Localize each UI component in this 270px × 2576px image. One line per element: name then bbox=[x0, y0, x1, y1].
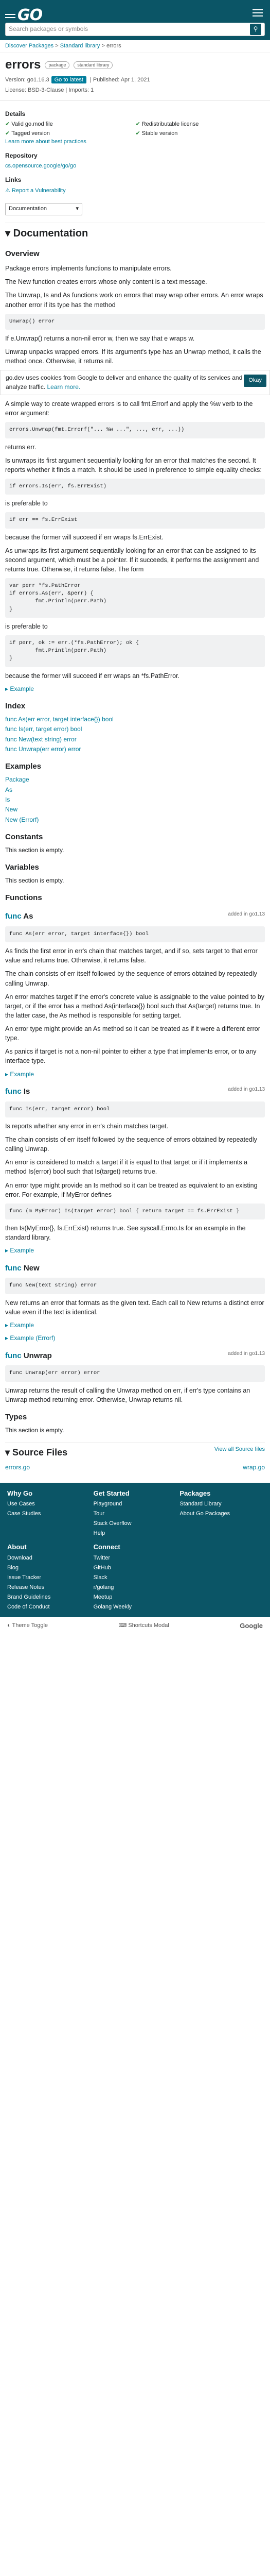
func-is: func Is added in go1.13 func Is(err, targ… bbox=[5, 1086, 265, 1256]
example-link[interactable]: Package bbox=[5, 775, 265, 784]
cookie-banner: go.dev uses cookies from Google to deliv… bbox=[0, 370, 270, 396]
index-link-is[interactable]: func Is(err, target error) bool bbox=[5, 725, 265, 734]
example-toggle[interactable]: ▸ Example bbox=[5, 1321, 265, 1330]
check-icon: ✔ bbox=[135, 130, 140, 137]
example-link[interactable]: Is bbox=[5, 795, 265, 804]
chip-package: package bbox=[45, 61, 70, 69]
check-icon: ✔ bbox=[5, 130, 10, 137]
version[interactable]: Version: go1.16.3 bbox=[5, 77, 49, 83]
breadcrumb-stdlib[interactable]: Standard library bbox=[60, 43, 100, 49]
example-toggle[interactable]: ▸ Example bbox=[5, 685, 265, 693]
example-link[interactable]: As bbox=[5, 786, 265, 794]
theme-icon: ◐ bbox=[7, 1622, 12, 1629]
collapse-icon[interactable]: ▾ bbox=[5, 1447, 12, 1458]
chevron-down-icon: ▾ bbox=[76, 206, 79, 212]
footer: Why Go Use Cases Case Studies Get Started P… bbox=[0, 1482, 270, 1617]
example-link[interactable]: New bbox=[5, 805, 265, 814]
repository-link[interactable]: cs.opensource.google/go/go bbox=[5, 162, 265, 171]
func-unwrap: func Unwrap added in go1.13 func Unwrap(e… bbox=[5, 1350, 265, 1403]
collapse-icon[interactable]: ▾ bbox=[5, 228, 13, 239]
example-toggle[interactable]: ▸ Example bbox=[5, 1246, 265, 1255]
example-link[interactable]: New (Errorf) bbox=[5, 816, 265, 824]
index-link-new[interactable]: func New(text string) error bbox=[5, 735, 265, 744]
details-panel: Details ✔ Valid go.mod file ✔ Redistributa… bbox=[0, 100, 270, 199]
search-input[interactable]: Search packages or symbols ⚲ bbox=[5, 23, 265, 36]
breadcrumb-errors: errors bbox=[106, 43, 121, 49]
latest-button[interactable]: Go to latest bbox=[51, 76, 86, 83]
cookie-okay-button[interactable]: Okay bbox=[244, 375, 266, 387]
func-as: func As added in go1.13 func As(err error… bbox=[5, 911, 265, 1079]
google-logo: Google bbox=[240, 1621, 263, 1630]
license[interactable]: License: BSD-3-Clause bbox=[5, 87, 64, 93]
imports[interactable]: Imports: 1 bbox=[68, 87, 94, 93]
site-header: GO Search packages or symbols ⚲ bbox=[0, 0, 270, 40]
documentation-heading: ▾ Documentation bbox=[5, 223, 265, 241]
report-vulnerability-link[interactable]: ⚠ Report a Vulnerability bbox=[5, 187, 265, 195]
check-icon: ✔ bbox=[135, 121, 140, 127]
page-title: errors bbox=[5, 57, 41, 72]
breadcrumb: Discover Packages > Standard library > e… bbox=[0, 40, 270, 53]
example-toggle[interactable]: ▸ Example (Errorf) bbox=[5, 1334, 265, 1343]
keyboard-icon: ⌨ bbox=[118, 1622, 129, 1629]
chip-stdlib: standard library bbox=[74, 61, 113, 69]
package-header: errors package standard library Version:… bbox=[0, 53, 270, 100]
shield-icon: ⚠ bbox=[5, 187, 12, 194]
source-files-heading: ▾ Source Files View all Source files bbox=[5, 1442, 265, 1459]
check-icon: ✔ bbox=[5, 121, 10, 127]
example-toggle[interactable]: ▸ Example bbox=[5, 1070, 265, 1079]
index-link-unwrap[interactable]: func Unwrap(err error) error bbox=[5, 745, 265, 754]
index-link-as[interactable]: func As(err error, target interface{}) b… bbox=[5, 715, 265, 724]
hamburger-menu-icon[interactable] bbox=[253, 7, 263, 19]
footer-bottom: ◐ Theme Toggle ⌨ Shortcuts Modal Google bbox=[0, 1617, 270, 1635]
best-practices-link[interactable]: Learn more about best practices bbox=[5, 138, 265, 146]
source-file-link[interactable]: errors.go bbox=[5, 1463, 30, 1472]
search-icon[interactable]: ⚲ bbox=[250, 24, 261, 35]
shortcuts-modal[interactable]: ⌨ Shortcuts Modal bbox=[118, 1622, 169, 1630]
overview-heading: Overview bbox=[5, 249, 40, 259]
func-new: func New func New(text string) error New… bbox=[5, 1263, 265, 1343]
view-all-source-link[interactable]: View all Source files bbox=[214, 1446, 265, 1454]
theme-toggle[interactable]: ◐ Theme Toggle bbox=[7, 1622, 48, 1630]
cookie-learn-more[interactable]: Learn more. bbox=[47, 383, 81, 391]
jump-to-select[interactable]: Documentation ▾ bbox=[5, 203, 82, 216]
breadcrumb-discover[interactable]: Discover Packages bbox=[5, 43, 53, 49]
source-file-link[interactable]: wrap.go bbox=[243, 1463, 265, 1472]
